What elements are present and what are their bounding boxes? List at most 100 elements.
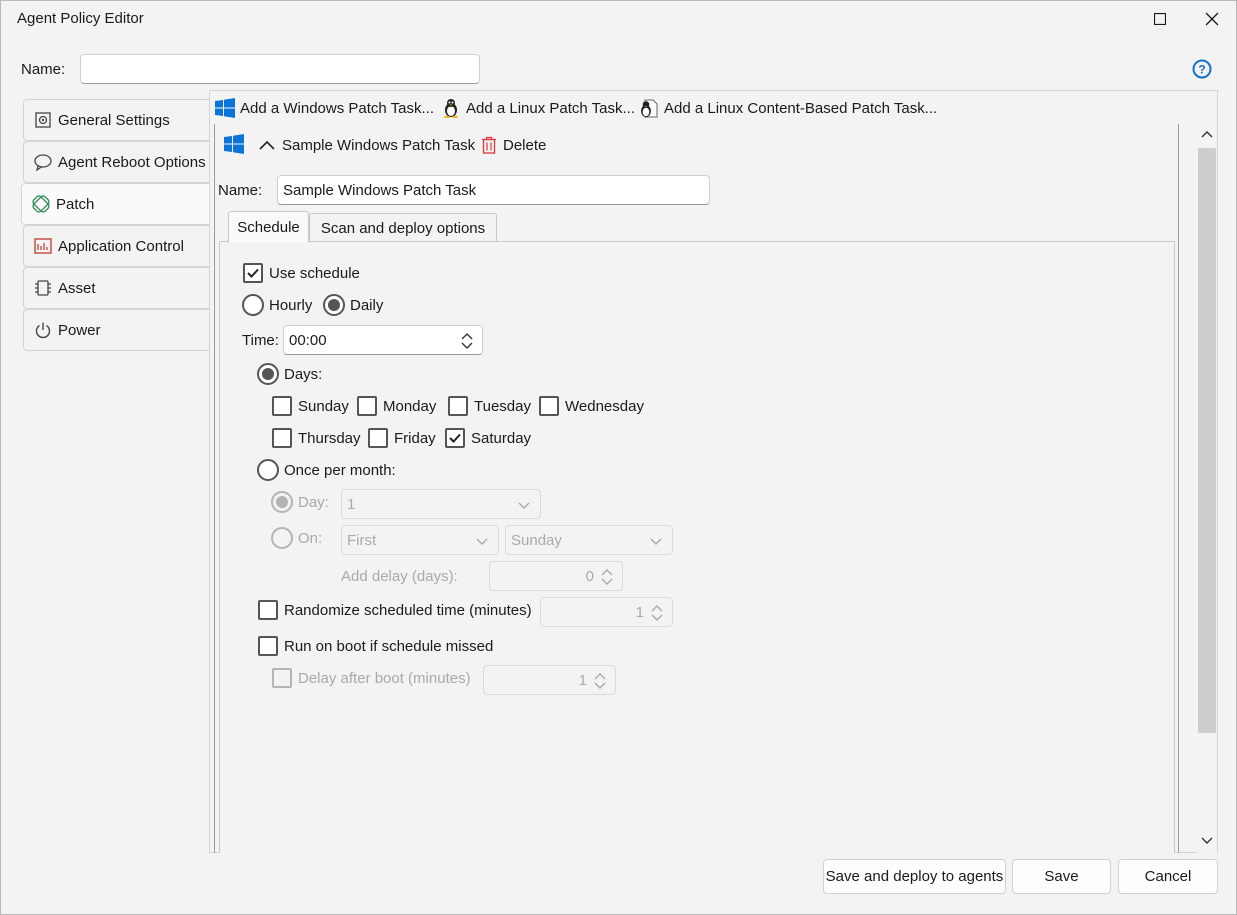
saturday-checkbox[interactable]	[445, 428, 465, 448]
radio-selected-dot	[328, 299, 340, 311]
week-of-month-value: First	[347, 531, 377, 549]
friday-checkbox[interactable]	[368, 428, 388, 448]
delay-after-boot-value: 1	[578, 672, 587, 689]
wednesday-label: Wednesday	[565, 398, 644, 415]
add-windows-patch-task-label: Add a Windows Patch Task...	[240, 99, 434, 117]
sidebar-item-asset[interactable]: Asset	[23, 267, 210, 309]
randomize-scheduled-time-checkbox[interactable]	[258, 600, 278, 620]
on-weekday-radio[interactable]	[271, 527, 293, 549]
days-label: Days:	[284, 366, 323, 383]
sidebar-item-patch[interactable]: Patch	[21, 183, 211, 225]
cancel-button[interactable]: Cancel	[1118, 859, 1218, 894]
close-button[interactable]	[1189, 1, 1235, 37]
week-of-month-select[interactable]: First	[341, 525, 499, 555]
sidebar-item-label: General Settings	[58, 111, 170, 129]
add-windows-patch-task-link[interactable]: Add a Windows Patch Task...	[215, 97, 434, 119]
tab-schedule[interactable]: Schedule	[228, 211, 309, 243]
saturday-label: Saturday	[471, 430, 532, 447]
time-value: 00:00	[289, 331, 327, 349]
chevron-down-icon	[476, 538, 488, 545]
policy-name-input[interactable]	[80, 54, 480, 84]
delay-after-boot-input[interactable]: 1	[483, 665, 616, 695]
checkmark-icon	[449, 433, 461, 443]
add-delay-value: 0	[585, 568, 594, 585]
chevron-down-icon	[518, 502, 530, 509]
scroll-up-icon[interactable]	[1201, 129, 1213, 139]
weekday-select[interactable]: Sunday	[505, 525, 673, 555]
sunday-checkbox[interactable]	[272, 396, 292, 416]
gear-icon	[34, 111, 52, 129]
add-delay-input[interactable]: 0	[489, 561, 623, 591]
sidebar-item-label: Application Control	[58, 237, 184, 255]
tab-scan-and-deploy-options[interactable]: Scan and deploy options	[309, 213, 497, 242]
spinner-icon[interactable]	[593, 671, 607, 691]
chip-icon	[34, 279, 52, 297]
day-of-month-select[interactable]: 1	[341, 489, 541, 519]
spinner-icon[interactable]	[460, 331, 474, 351]
once-per-month-radio[interactable]	[257, 459, 279, 481]
scrollbar-thumb[interactable]	[1198, 148, 1216, 733]
chevron-up-icon	[259, 140, 275, 150]
help-icon[interactable]: ?	[1192, 59, 1212, 79]
task-name-input[interactable]: Sample Windows Patch Task	[277, 175, 710, 205]
run-on-boot-label: Run on boot if schedule missed	[284, 638, 494, 655]
task-name-label: Name:	[218, 182, 263, 199]
maximize-button[interactable]	[1137, 1, 1183, 37]
time-input[interactable]: 00:00	[283, 325, 483, 355]
sidebar-item-agent-reboot-options[interactable]: Agent Reboot Options	[23, 141, 210, 183]
thursday-checkbox[interactable]	[272, 428, 292, 448]
daily-radio[interactable]	[323, 294, 345, 316]
randomize-scheduled-time-label: Randomize scheduled time (minutes)	[284, 602, 532, 619]
add-linux-patch-task-link[interactable]: Add a Linux Patch Task...	[441, 97, 635, 119]
delay-after-boot-label: Delay after boot (minutes)	[298, 670, 471, 687]
checkmark-icon	[247, 268, 259, 278]
svg-text:?: ?	[1198, 63, 1205, 77]
sidebar-item-application-control[interactable]: Application Control	[23, 225, 210, 267]
run-on-boot-checkbox[interactable]	[258, 636, 278, 656]
linux-penguin-icon	[441, 98, 461, 118]
once-per-month-label: Once per month:	[284, 462, 396, 479]
agent-policy-editor-window: Agent Policy Editor Name: ? General Sett…	[0, 0, 1237, 915]
add-linux-content-based-patch-task-link[interactable]: Add a Linux Content-Based Patch Task...	[639, 97, 937, 119]
delay-after-boot-checkbox[interactable]	[272, 668, 292, 688]
use-schedule-label: Use schedule	[269, 265, 360, 282]
save-and-deploy-button[interactable]: Save and deploy to agents	[823, 859, 1006, 894]
tuesday-checkbox[interactable]	[448, 396, 468, 416]
randomize-minutes-input[interactable]: 1	[540, 597, 673, 627]
use-schedule-checkbox[interactable]	[243, 263, 263, 283]
task-collapse-toggle[interactable]: Sample Windows Patch Task	[258, 134, 475, 156]
wednesday-checkbox[interactable]	[539, 396, 559, 416]
days-radio[interactable]	[257, 363, 279, 385]
close-icon	[1205, 12, 1219, 26]
sidebar-item-general-settings[interactable]: General Settings	[23, 99, 210, 141]
tuesday-label: Tuesday	[474, 398, 531, 415]
monday-checkbox[interactable]	[357, 396, 377, 416]
hourly-label: Hourly	[269, 297, 313, 314]
delete-task-button[interactable]: Delete	[481, 134, 546, 156]
monday-label: Monday	[383, 398, 437, 415]
sidebar-item-label: Power	[58, 321, 101, 339]
hourly-radio[interactable]	[242, 294, 264, 316]
spinner-icon[interactable]	[650, 603, 664, 623]
time-label: Time:	[242, 332, 279, 349]
radio-selected-dot	[262, 368, 274, 380]
sidebar-item-label: Agent Reboot Options	[58, 153, 206, 171]
friday-label: Friday	[394, 430, 436, 447]
day-of-month-label: Day:	[298, 494, 329, 511]
policy-name-label: Name:	[21, 61, 66, 78]
windows-logo-icon	[224, 134, 244, 154]
sidebar-item-power[interactable]: Power	[23, 309, 210, 351]
spinner-icon[interactable]	[600, 567, 614, 587]
daily-label: Daily	[350, 297, 384, 314]
add-linux-content-based-patch-task-label: Add a Linux Content-Based Patch Task...	[664, 99, 938, 117]
tab-label: Schedule	[237, 219, 300, 236]
weekday-value: Sunday	[511, 531, 562, 549]
scroll-down-icon[interactable]	[1201, 836, 1213, 846]
day-of-month-value: 1	[347, 495, 356, 513]
task-header-title: Sample Windows Patch Task	[282, 136, 476, 154]
save-button[interactable]: Save	[1012, 859, 1111, 894]
title-bar: Agent Policy Editor	[1, 1, 1236, 37]
add-delay-label: Add delay (days):	[341, 568, 458, 585]
windows-logo-icon	[215, 98, 235, 118]
day-of-month-radio[interactable]	[271, 491, 293, 513]
